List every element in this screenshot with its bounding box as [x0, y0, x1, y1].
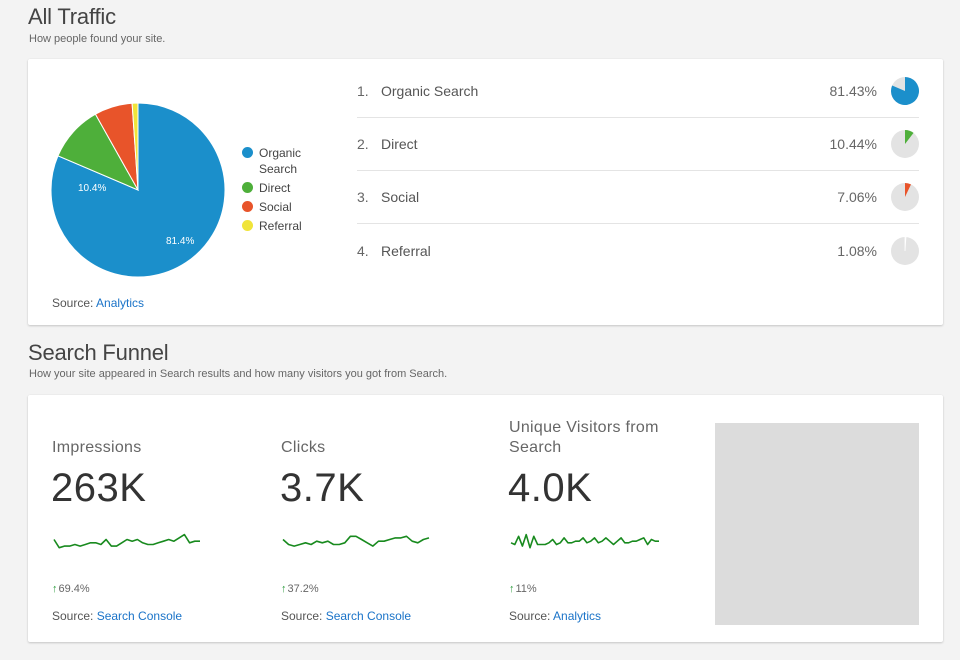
- arrow-up-icon: ↑: [509, 583, 515, 595]
- channel-percent: 7.06%: [837, 189, 877, 205]
- mini-pie-referral-icon: [891, 236, 919, 265]
- change-value: 11%: [515, 583, 537, 595]
- pie-legend: Organic Search Direct Social Referral: [242, 145, 322, 237]
- metric-change: ↑69.4%: [52, 583, 90, 595]
- legend-label: Direct: [259, 181, 291, 195]
- channel-row[interactable]: 2. Direct 10.44%: [357, 118, 919, 171]
- channel-ranking-list: 1. Organic Search 81.43% 2. Direct 10.44…: [357, 65, 919, 277]
- traffic-source: Source: Analytics: [52, 296, 144, 310]
- mini-pie-organic-icon: [891, 77, 919, 105]
- pie-label-direct: 10.4%: [78, 183, 106, 194]
- legend-dot-referral-icon: [242, 220, 253, 231]
- impressions-sparkline: [53, 533, 200, 549]
- source-label: Source:: [52, 609, 94, 623]
- all-traffic-card: 81.4% 10.4% Organic Search Direct Social…: [28, 59, 943, 325]
- channel-percent: 81.43%: [829, 83, 877, 99]
- arrow-up-icon: ↑: [281, 583, 287, 595]
- change-value: 69.4%: [58, 583, 90, 595]
- channel-name: Referral: [381, 242, 431, 259]
- channel-row[interactable]: 1. Organic Search 81.43%: [357, 65, 919, 118]
- channel-rank: 4.: [357, 242, 369, 259]
- legend-dot-direct-icon: [242, 182, 253, 193]
- unique-visitors-sparkline: [510, 533, 659, 549]
- legend-label: Referral: [259, 219, 302, 233]
- metric-title: Clicks: [281, 439, 326, 456]
- all-traffic-subtitle: How people found your site.: [29, 33, 166, 45]
- source-link-analytics[interactable]: Analytics: [96, 296, 144, 310]
- source-label: Source:: [281, 609, 323, 623]
- metric-change: ↑11%: [509, 583, 537, 595]
- sparkline-path: [53, 533, 200, 549]
- legend-dot-organic-icon: [242, 147, 253, 158]
- source-label: Source:: [509, 609, 551, 623]
- legend-item-social[interactable]: Social: [242, 199, 322, 215]
- metric-source: Source: Search Console: [281, 609, 411, 623]
- traffic-pie-chart: 81.4% 10.4%: [50, 102, 226, 278]
- channel-row[interactable]: 3. Social 7.06%: [357, 171, 919, 224]
- metric-source: Source: Search Console: [52, 609, 182, 623]
- legend-label: Social: [259, 200, 292, 214]
- channel-rank: 1.: [357, 83, 369, 99]
- legend-item-referral[interactable]: Referral: [242, 218, 322, 234]
- pie-label-organic: 81.4%: [166, 236, 194, 247]
- channel-name: Social: [381, 189, 420, 205]
- change-value: 37.2%: [287, 583, 319, 595]
- metric-change: ↑37.2%: [281, 583, 319, 595]
- legend-dot-social-icon: [242, 201, 253, 212]
- metric-impressions[interactable]: Impressions 263K ↑69.4% Source: Search C…: [51, 395, 262, 642]
- arrow-up-icon: ↑: [52, 583, 58, 595]
- metric-unique-visitors[interactable]: Unique Visitors from Search 4.0K ↑11% So…: [508, 395, 689, 642]
- metric-title: Unique Visitors from Search: [509, 419, 659, 456]
- legend-item-direct[interactable]: Direct: [242, 180, 322, 196]
- source-link-analytics[interactable]: Analytics: [553, 609, 601, 623]
- all-traffic-title: All Traffic: [28, 4, 116, 29]
- metric-source: Source: Analytics: [509, 609, 601, 623]
- source-label: Source:: [52, 296, 94, 310]
- legend-item-organic-search[interactable]: Organic Search: [242, 145, 322, 177]
- search-funnel-subtitle: How your site appeared in Search results…: [29, 368, 448, 380]
- mini-pie-direct-icon: [891, 130, 919, 158]
- mini-pie-social-icon: [891, 183, 919, 211]
- legend-label: Organic Search: [259, 146, 302, 176]
- search-funnel-title: Search Funnel: [28, 340, 169, 365]
- image-placeholder: [715, 423, 919, 625]
- source-link-search-console[interactable]: Search Console: [326, 609, 411, 623]
- metric-value: 4.0K: [508, 466, 593, 510]
- channel-row[interactable]: 4. Referral 1.08%: [357, 224, 919, 277]
- sparkline-path: [282, 535, 430, 547]
- channel-name: Direct: [381, 136, 418, 152]
- sparkline-path: [510, 533, 659, 549]
- metric-clicks[interactable]: Clicks 3.7K ↑37.2% Source: Search Consol…: [280, 395, 491, 642]
- metric-title: Impressions: [52, 439, 142, 456]
- metric-value: 263K: [51, 466, 147, 510]
- channel-percent: 10.44%: [829, 136, 877, 152]
- search-funnel-card: Impressions 263K ↑69.4% Source: Search C…: [28, 395, 943, 642]
- channel-rank: 2.: [357, 136, 369, 152]
- source-link-search-console[interactable]: Search Console: [97, 609, 182, 623]
- channel-percent: 1.08%: [837, 242, 877, 259]
- channel-rank: 3.: [357, 189, 369, 205]
- clicks-sparkline: [282, 535, 430, 547]
- channel-name: Organic Search: [381, 83, 479, 99]
- metric-value: 3.7K: [280, 466, 365, 510]
